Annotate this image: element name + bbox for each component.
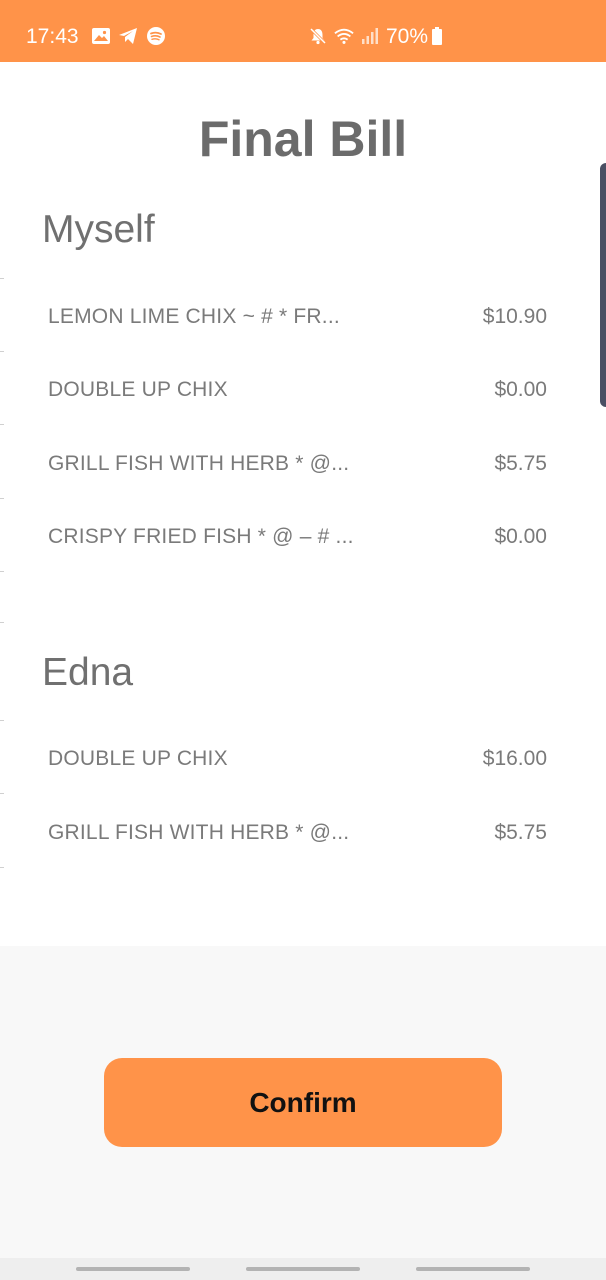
wifi-icon xyxy=(334,28,354,44)
item-name: DOUBLE UP CHIX xyxy=(48,378,228,401)
item-price: $0.00 xyxy=(494,378,547,401)
row-divider xyxy=(0,571,4,572)
row-divider xyxy=(0,278,4,279)
bill-item-row[interactable]: CRISPY FRIED FISH * @ – # ... $0.00 xyxy=(0,500,606,573)
signal-icon xyxy=(362,28,378,44)
item-name: GRILL FISH WITH HERB * @... xyxy=(48,821,350,844)
battery-icon xyxy=(432,27,442,45)
item-price: $5.75 xyxy=(494,452,547,475)
row-divider xyxy=(0,424,4,425)
nav-recents-button[interactable] xyxy=(76,1267,190,1271)
confirm-button[interactable]: Confirm xyxy=(104,1058,502,1147)
bill-item-row[interactable]: LEMON LIME CHIX ~ # * FR... $10.90 xyxy=(0,280,606,353)
bill-item-row[interactable]: DOUBLE UP CHIX $16.00 xyxy=(0,722,606,795)
section-title-myself: Myself xyxy=(42,208,155,251)
row-divider xyxy=(0,351,4,352)
page-title: Final Bill xyxy=(198,111,408,167)
telegram-icon xyxy=(119,28,137,44)
item-price: $5.75 xyxy=(494,821,547,844)
bill-content: Final Bill Myself LEMON LIME CHIX ~ # * … xyxy=(0,62,606,946)
battery-percentage: 70% xyxy=(386,25,429,48)
section-title-edna: Edna xyxy=(42,651,134,694)
edge-panel-handle[interactable] xyxy=(600,163,606,407)
spotify-icon xyxy=(147,27,165,45)
nav-back-button[interactable] xyxy=(416,1267,530,1271)
item-price: $10.90 xyxy=(482,305,547,328)
nav-home-button[interactable] xyxy=(246,1267,360,1271)
row-divider xyxy=(0,498,4,499)
item-name: GRILL FISH WITH HERB * @... xyxy=(48,452,350,475)
footer: Confirm xyxy=(0,946,606,1258)
gallery-icon xyxy=(92,28,110,44)
item-price: $16.00 xyxy=(482,747,547,770)
row-divider xyxy=(0,720,4,721)
row-divider xyxy=(0,867,4,868)
section-divider xyxy=(0,622,4,623)
row-divider xyxy=(0,793,4,794)
bill-item-row[interactable]: DOUBLE UP CHIX $0.00 xyxy=(0,353,606,426)
bill-item-row[interactable]: GRILL FISH WITH HERB * @... $5.75 xyxy=(0,796,606,869)
bill-item-row[interactable]: GRILL FISH WITH HERB * @... $5.75 xyxy=(0,427,606,500)
status-time: 17:43 xyxy=(26,25,79,48)
item-price: $0.00 xyxy=(494,525,547,548)
item-name: DOUBLE UP CHIX xyxy=(48,747,228,770)
status-bar: 17:43 70% xyxy=(0,0,606,62)
item-name: LEMON LIME CHIX ~ # * FR... xyxy=(48,305,340,328)
navigation-bar xyxy=(0,1258,606,1280)
item-name: CRISPY FRIED FISH * @ – # ... xyxy=(48,525,354,548)
mute-icon xyxy=(309,27,327,45)
